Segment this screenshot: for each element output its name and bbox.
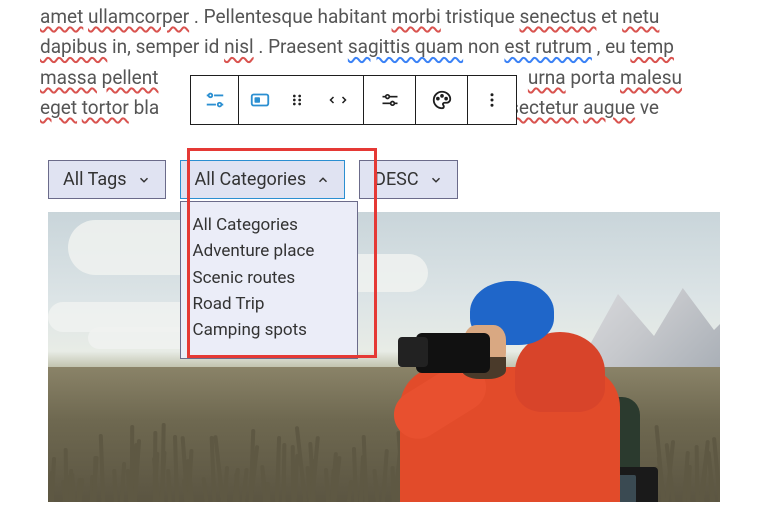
block-settings-button[interactable]	[191, 76, 239, 124]
text-fragment: augue	[583, 96, 635, 119]
text-fragment: eget	[40, 96, 77, 119]
text-fragment: urna	[528, 66, 566, 89]
text-fragment: malesu	[620, 66, 682, 89]
category-option[interactable]: Adventure place	[193, 238, 345, 264]
category-option[interactable]: All Categories	[193, 212, 345, 238]
category-option[interactable]: Camping spots	[193, 317, 345, 343]
text-fragment: nisl	[224, 35, 254, 58]
filters-row: All Tags All Categories All Categories A…	[48, 160, 458, 199]
sort-filter-button[interactable]: DESC	[359, 160, 457, 199]
filter-controls-button[interactable]	[364, 76, 416, 124]
tags-filter-button[interactable]: All Tags	[48, 160, 166, 199]
palette-icon	[431, 89, 453, 111]
text-fragment: , eu	[597, 35, 631, 58]
text-fragment: senectus	[520, 5, 597, 28]
color-button[interactable]	[416, 76, 468, 124]
text-fragment: ve	[640, 96, 659, 119]
text-fragment: in, semper id	[112, 35, 224, 58]
container-icon	[249, 89, 271, 111]
text-fragment: bla	[134, 96, 160, 119]
text-fragment: ullamcorper	[88, 5, 189, 28]
move-buttons[interactable]	[313, 76, 363, 124]
text-fragment: tristique	[446, 5, 520, 28]
categories-filter: All Categories All Categories Adventure …	[180, 160, 346, 199]
text-fragment: tortor	[82, 96, 129, 119]
featured-image[interactable]	[48, 212, 720, 502]
text-fragment: porta	[570, 66, 620, 89]
chevron-down-icon	[429, 173, 443, 187]
categories-dropdown-panel: All Categories Adventure place Scenic ro…	[180, 201, 358, 359]
block-type-group	[239, 76, 364, 124]
sliders-icon	[204, 89, 226, 111]
text-fragment: netu	[622, 5, 659, 28]
drag-handle[interactable]	[281, 76, 313, 124]
text-fragment: est rutrum	[504, 35, 592, 58]
chevron-left-icon	[326, 93, 338, 107]
text-fragment: temp	[630, 35, 674, 58]
drag-icon	[289, 92, 305, 108]
more-options-button[interactable]	[468, 76, 516, 124]
category-option[interactable]: Road Trip	[193, 291, 345, 317]
text-fragment: et	[601, 5, 622, 28]
block-type-button[interactable]	[239, 76, 281, 124]
category-option[interactable]: Scenic routes	[193, 265, 345, 291]
tags-filter-label: All Tags	[63, 169, 127, 190]
text-fragment: . Praesent	[258, 35, 348, 58]
text-fragment: pellent	[102, 66, 159, 89]
text-fragment: massa	[40, 66, 97, 89]
chevron-right-icon	[338, 93, 350, 107]
block-toolbar	[190, 75, 517, 125]
chevron-down-icon	[137, 173, 151, 187]
categories-filter-label: All Categories	[195, 169, 307, 190]
text-fragment: . Pellentesque habitant	[194, 5, 392, 28]
text-fragment: amet	[40, 5, 83, 28]
text-fragment: dapibus	[40, 35, 107, 58]
more-vertical-icon	[483, 91, 501, 109]
sort-filter-label: DESC	[374, 169, 418, 190]
text-fragment: sagittis quam	[348, 35, 463, 58]
categories-filter-button[interactable]: All Categories	[180, 160, 346, 199]
text-fragment: non	[468, 35, 505, 58]
text-fragment: morbi	[392, 5, 441, 28]
chevron-up-icon	[316, 173, 330, 187]
adjust-icon	[380, 90, 400, 110]
